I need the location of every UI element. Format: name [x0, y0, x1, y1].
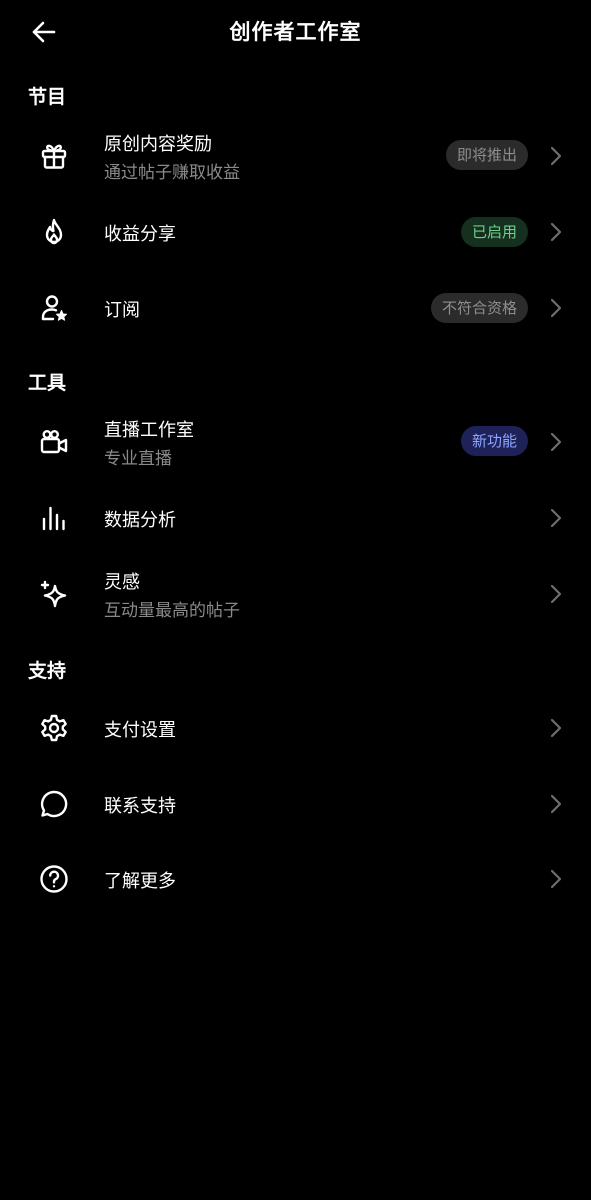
chevron-right-icon: [549, 432, 563, 452]
menu-item-learn-more[interactable]: 了解更多: [0, 843, 591, 915]
menu-item-original-rewards[interactable]: 原创内容奖励 通过帖子赚取收益 即将推出: [0, 118, 591, 194]
flame-icon: [36, 214, 72, 250]
chevron-right-icon: [549, 794, 563, 814]
menu-item-sublabel: 互动量最高的帖子: [104, 601, 240, 621]
menu-item-analytics[interactable]: 数据分析: [0, 482, 591, 554]
chevron-right-icon: [549, 718, 563, 738]
chevron-right-icon: [549, 508, 563, 528]
menu-item-inspiration[interactable]: 灵感 互动量最高的帖子: [0, 556, 591, 632]
chevron-right-icon: [549, 298, 563, 318]
menu-item-sublabel: 专业直播: [104, 449, 172, 469]
menu-item-contact-support[interactable]: 联系支持: [0, 768, 591, 840]
menu-item-label: 原创内容奖励: [104, 134, 212, 155]
menu-item-label: 支付设置: [104, 720, 176, 741]
menu-item-payment-settings[interactable]: 支付设置: [0, 692, 591, 764]
video-camera-icon: [36, 424, 72, 460]
bar-chart-icon: [36, 500, 72, 536]
menu-item-sublabel: 通过帖子赚取收益: [104, 163, 240, 183]
menu-item-label: 灵感: [104, 572, 140, 593]
menu-item-live-studio[interactable]: 直播工作室 专业直播 新功能: [0, 404, 591, 480]
section-title-tools: 工具: [28, 372, 67, 394]
question-circle-icon: [36, 861, 72, 897]
chevron-right-icon: [549, 222, 563, 242]
section-title-support: 支持: [28, 660, 67, 682]
menu-item-label: 收益分享: [104, 224, 176, 245]
menu-item-label: 订阅: [104, 300, 140, 321]
menu-item-label: 了解更多: [104, 871, 176, 892]
menu-item-label: 联系支持: [104, 796, 176, 817]
menu-item-label: 数据分析: [104, 510, 176, 531]
gear-icon: [36, 710, 72, 746]
menu-item-revenue-share[interactable]: 收益分享 已启用: [0, 196, 591, 268]
chat-bubble-icon: [36, 786, 72, 822]
page-title: 创作者工作室: [229, 20, 362, 44]
chevron-right-icon: [549, 584, 563, 604]
top-bar: 创作者工作室: [0, 0, 591, 66]
status-badge-coming-soon: 即将推出: [445, 140, 528, 170]
menu-item-subscriptions[interactable]: 订阅 不符合资格: [0, 272, 591, 344]
menu-item-label: 直播工作室: [104, 420, 194, 441]
section-title-programs: 节目: [28, 86, 67, 108]
sparkle-icon: [36, 576, 72, 612]
person-star-icon: [36, 290, 72, 326]
status-badge-new: 新功能: [460, 426, 528, 456]
chevron-right-icon: [549, 869, 563, 889]
status-badge-not-eligible: 不符合资格: [430, 293, 528, 323]
chevron-right-icon: [549, 146, 563, 166]
gift-icon: [36, 138, 72, 174]
creator-studio-screen: 创作者工作室 节目 原创内容奖励 通过帖子赚取收益 即将推出 收益分享 已启用 …: [0, 0, 591, 1200]
status-badge-enabled: 已启用: [460, 217, 528, 247]
